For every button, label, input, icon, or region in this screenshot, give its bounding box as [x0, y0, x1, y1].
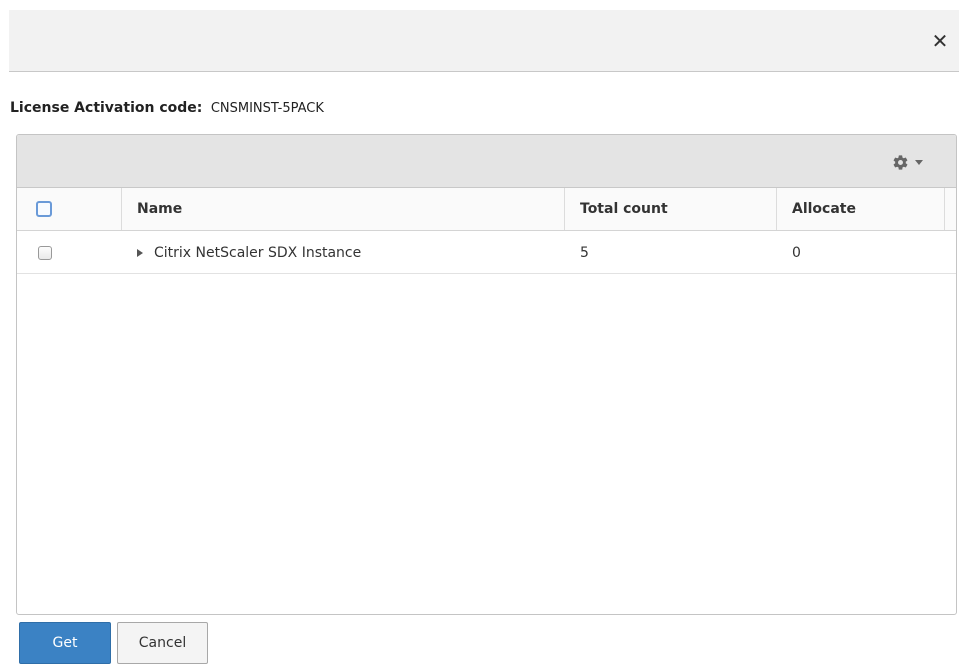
row-select-cell [17, 232, 122, 273]
gear-icon [893, 154, 908, 170]
total-count-cell: 5 [580, 244, 589, 261]
allocate-cell[interactable]: 0 [777, 232, 945, 273]
caret-down-icon [915, 159, 923, 165]
dialog-header: ✕ [9, 10, 959, 72]
license-activation-line: License Activation code: CNSMINST-5PACK [10, 100, 324, 116]
license-label: License Activation code: [10, 100, 203, 116]
license-code: CNSMINST-5PACK [210, 101, 324, 116]
grid-header-row: Name Total count Allocate [17, 188, 956, 231]
column-header-allocate[interactable]: Allocate [777, 188, 945, 230]
name-cell: Citrix NetScaler SDX Instance [122, 232, 565, 273]
column-header-name[interactable]: Name [122, 188, 565, 230]
get-button[interactable]: Get [19, 622, 111, 664]
grid-settings-button[interactable] [892, 151, 932, 173]
cancel-button[interactable]: Cancel [117, 622, 208, 664]
table-row[interactable]: Citrix NetScaler SDX Instance 5 0 [17, 232, 956, 274]
license-grid: Name Total count Allocate Citrix NetScal… [16, 134, 957, 615]
expand-arrow-icon[interactable] [137, 248, 143, 257]
select-all-checkbox[interactable] [36, 201, 52, 217]
column-header-total-count[interactable]: Total count [565, 188, 777, 230]
close-icon[interactable]: ✕ [929, 30, 951, 52]
select-all-cell [17, 188, 122, 230]
row-checkbox[interactable] [38, 245, 52, 260]
grid-toolbar [17, 135, 956, 188]
row-name: Citrix NetScaler SDX Instance [154, 244, 362, 261]
